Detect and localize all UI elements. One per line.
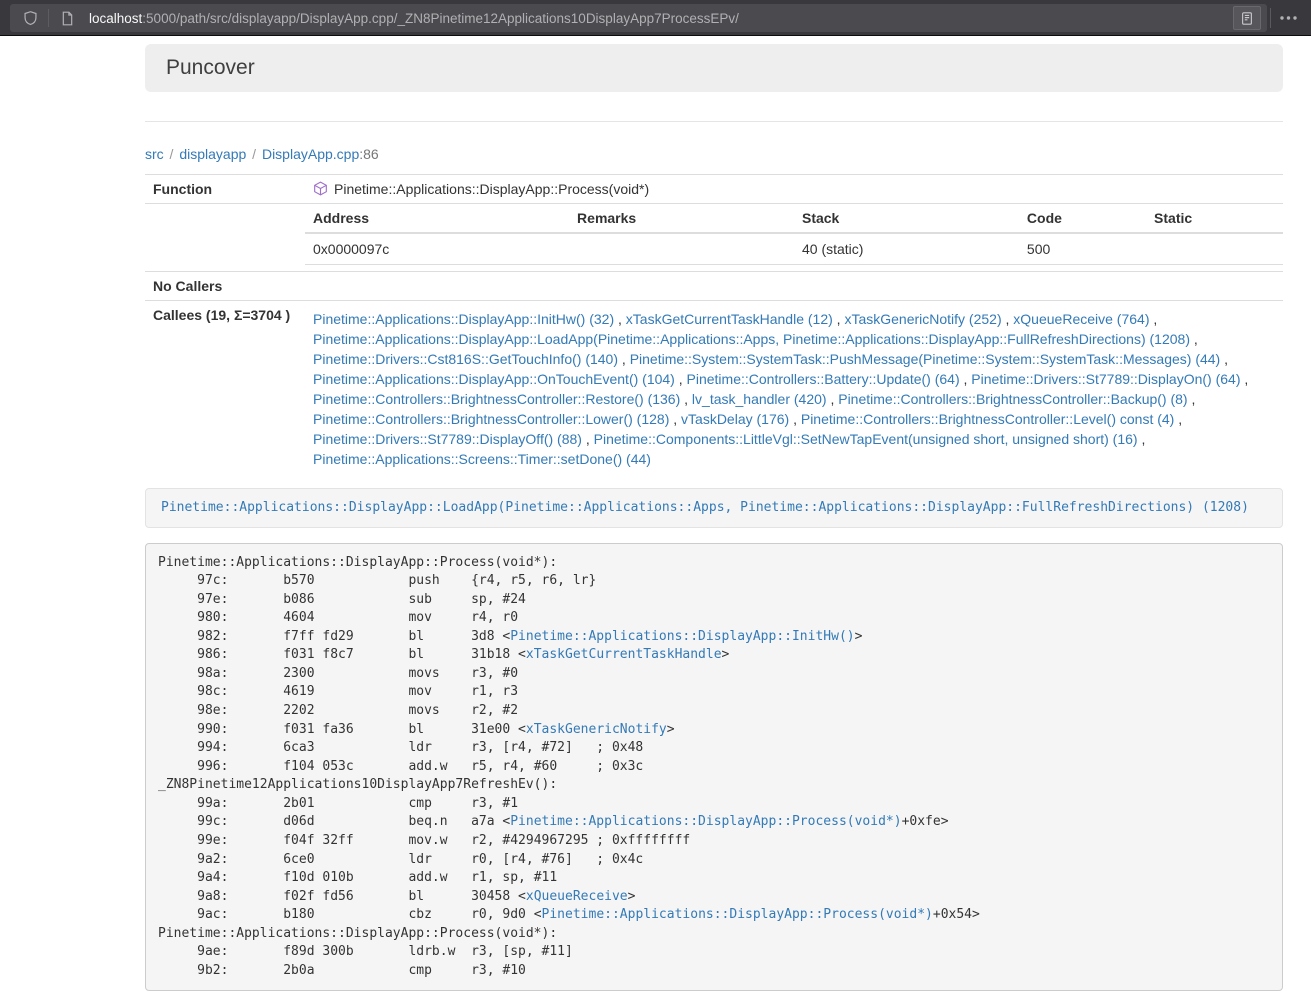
assembly-symbol-link[interactable]: Pinetime::Applications::DisplayApp::Init… xyxy=(510,629,854,644)
callee-link[interactable]: Pinetime::Drivers::Cst816S::GetTouchInfo… xyxy=(313,351,618,367)
urlbar-separator xyxy=(48,9,49,27)
callees-row: Callees (19, Σ=3704 ) Pinetime::Applicat… xyxy=(145,301,1283,476)
breadcrumb: src / displayapp / DisplayApp.cpp:86 xyxy=(145,144,1283,164)
assembly-symbol-link[interactable]: Pinetime::Applications::DisplayApp::Proc… xyxy=(510,814,901,829)
callee-link[interactable]: Pinetime::Drivers::St7789::DisplayOn() (… xyxy=(971,371,1240,387)
browser-toolbar: localhost:5000/path/src/displayapp/Displ… xyxy=(0,0,1311,36)
no-callers-label: No Callers xyxy=(145,272,305,301)
function-name: Pinetime::Applications::DisplayApp::Proc… xyxy=(334,181,649,197)
highlighted-symbol-link[interactable]: Pinetime::Applications::DisplayApp::Load… xyxy=(161,500,1249,515)
details-row: AddressRemarksStackCodeStatic 0x0000097c… xyxy=(145,204,1283,272)
details-table: AddressRemarksStackCodeStatic 0x0000097c… xyxy=(305,204,1283,265)
callee-link[interactable]: Pinetime::Applications::DisplayApp::Init… xyxy=(313,311,614,327)
cell-code: 500 xyxy=(1019,233,1146,265)
callees-label: Callees (19, Σ=3704 ) xyxy=(145,301,305,476)
url-text[interactable]: localhost:5000/path/src/displayapp/Displ… xyxy=(89,11,1233,26)
callee-link[interactable]: Pinetime::Controllers::BrightnessControl… xyxy=(313,391,680,407)
breadcrumb-separator: / xyxy=(164,146,180,162)
callees-list: Pinetime::Applications::DisplayApp::Init… xyxy=(305,301,1283,476)
callee-link[interactable]: vTaskDelay (176) xyxy=(681,411,789,427)
function-name-cell: Pinetime::Applications::DisplayApp::Proc… xyxy=(305,175,1283,204)
url-host: localhost xyxy=(89,11,142,26)
assembly-symbol-link[interactable]: Pinetime::Applications::DisplayApp::Proc… xyxy=(542,907,933,922)
assembly-listing: Pinetime::Applications::DisplayApp::Proc… xyxy=(145,543,1283,991)
content-container: Puncover src / displayapp / DisplayApp.c… xyxy=(130,44,1298,991)
details-header-row: AddressRemarksStackCodeStatic xyxy=(305,204,1283,233)
callee-link[interactable]: Pinetime::Controllers::Battery::Update()… xyxy=(687,371,960,387)
page-info-icon[interactable] xyxy=(53,6,81,30)
package-icon xyxy=(313,181,328,196)
assembly-symbol-link[interactable]: xTaskGetCurrentTaskHandle xyxy=(526,647,722,662)
page-title: Puncover xyxy=(166,57,1262,79)
address-bar[interactable]: localhost:5000/path/src/displayapp/Displ… xyxy=(10,4,1267,32)
highlighted-symbol-box: Pinetime::Applications::DisplayApp::Load… xyxy=(145,488,1283,528)
toolbar-separator xyxy=(1270,8,1271,28)
assembly-symbol-link[interactable]: xQueueReceive xyxy=(526,889,628,904)
assembly-symbol-link[interactable]: xTaskGenericNotify xyxy=(526,722,667,737)
cell-stack: 40 (static) xyxy=(794,233,1019,265)
callee-link[interactable]: xQueueReceive (764) xyxy=(1013,311,1149,327)
callee-link[interactable]: Pinetime::Controllers::BrightnessControl… xyxy=(838,391,1187,407)
reader-mode-icon[interactable] xyxy=(1233,6,1261,30)
callee-link[interactable]: Pinetime::Drivers::St7789::DisplayOff() … xyxy=(313,431,582,447)
app-header: Puncover xyxy=(145,44,1283,92)
assembly-code: Pinetime::Applications::DisplayApp::Proc… xyxy=(158,555,980,978)
function-row: Function Pinetime::Applications::Display… xyxy=(145,175,1283,204)
callee-link[interactable]: xTaskGetCurrentTaskHandle (12) xyxy=(626,311,833,327)
no-callers-row: No Callers xyxy=(145,272,1283,301)
url-path: :5000/path/src/displayapp/DisplayApp.cpp… xyxy=(142,11,739,26)
breadcrumb-link[interactable]: DisplayApp.cpp xyxy=(262,146,359,162)
callee-link[interactable]: Pinetime::System::SystemTask::PushMessag… xyxy=(630,351,1221,367)
callee-link[interactable]: Pinetime::Applications::DisplayApp::OnTo… xyxy=(313,371,675,387)
callee-link[interactable]: xTaskGenericNotify (252) xyxy=(844,311,1001,327)
cell-address: 0x0000097c xyxy=(305,233,569,265)
cell-static xyxy=(1146,233,1283,265)
column-header-static: Static xyxy=(1146,204,1283,233)
cell-remarks xyxy=(569,233,794,265)
callee-link[interactable]: Pinetime::Applications::Screens::Timer::… xyxy=(313,451,651,467)
menu-dots-icon[interactable] xyxy=(1273,4,1303,32)
function-table: Function Pinetime::Applications::Display… xyxy=(145,174,1283,475)
breadcrumb-line-number: :86 xyxy=(359,146,378,162)
breadcrumb-link[interactable]: src xyxy=(145,146,164,162)
column-header-stack: Stack xyxy=(794,204,1019,233)
callee-link[interactable]: Pinetime::Components::LittleVgl::SetNewT… xyxy=(594,431,1138,447)
column-header-code: Code xyxy=(1019,204,1146,233)
callee-link[interactable]: Pinetime::Controllers::BrightnessControl… xyxy=(801,411,1174,427)
callee-link[interactable]: Pinetime::Controllers::BrightnessControl… xyxy=(313,411,669,427)
function-label: Function xyxy=(145,175,305,204)
shield-icon[interactable] xyxy=(16,6,44,30)
column-header-remarks: Remarks xyxy=(569,204,794,233)
breadcrumb-separator: / xyxy=(246,146,262,162)
details-value-row: 0x0000097c 40 (static)500 xyxy=(305,233,1283,265)
callee-link[interactable]: Pinetime::Applications::DisplayApp::Load… xyxy=(313,331,1190,347)
callee-link[interactable]: lv_task_handler (420) xyxy=(692,391,827,407)
column-header-address: Address xyxy=(305,204,569,233)
breadcrumb-link[interactable]: displayapp xyxy=(179,146,246,162)
page: localhost:5000/path/src/displayapp/Displ… xyxy=(0,0,1311,998)
divider xyxy=(145,121,1283,122)
